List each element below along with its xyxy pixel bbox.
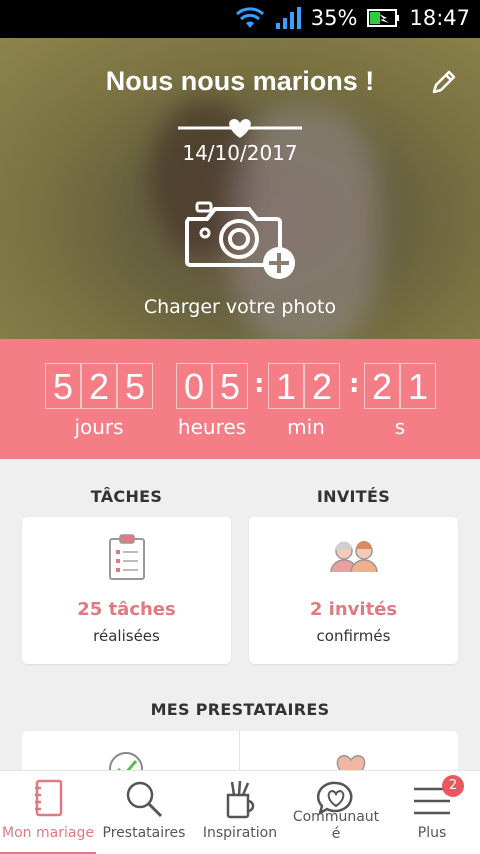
brush-cup-icon (226, 780, 255, 819)
tasks-sub: réalisées (93, 627, 160, 645)
pencil-icon[interactable] (430, 68, 458, 96)
heart-divider-icon (178, 119, 302, 138)
battery-percent: 35% (310, 6, 358, 30)
countdown-digit: 5 (117, 363, 153, 409)
status-bar: 35% 18:47 (0, 0, 480, 38)
nav-item-prestataires[interactable]: Prestataires (96, 771, 192, 854)
countdown-digit: 0 (176, 363, 212, 409)
countdown-separator: : (254, 369, 265, 399)
nav-label: Prestataires (102, 825, 186, 841)
notification-badge: 2 (442, 775, 464, 797)
nav-item-communaute[interactable]: Communaut é (288, 771, 384, 854)
battery-charging-icon (367, 9, 400, 27)
countdown-hours: 0 5 (176, 363, 248, 409)
wedding-date: 14/10/2017 (182, 141, 298, 165)
nav-label: Mon mariage (2, 825, 94, 841)
guests-count: 2 invités (309, 599, 398, 620)
countdown-label-seconds: s (394, 415, 406, 439)
couple-avatars-icon (329, 541, 378, 573)
camera-add-icon[interactable] (183, 201, 297, 281)
nav-label: Plus (417, 825, 447, 841)
bottom-navigation: Mon mariage Prestataires Inspiration Com… (0, 770, 480, 854)
countdown: 5 2 5 0 5 : 1 2 : 2 1 jours heures min s (0, 339, 480, 459)
page-title: Nous nous marions ! (105, 66, 375, 96)
countdown-digit: 5 (45, 363, 81, 409)
nav-item-inspiration[interactable]: Inspiration (192, 771, 288, 854)
wifi-icon (235, 7, 264, 28)
countdown-days: 5 2 5 (45, 363, 153, 409)
hero-banner: Nous nous marions ! 14/10/2017 Charger v… (0, 38, 480, 339)
clipboard-icon (108, 534, 145, 580)
countdown-digit: 5 (212, 363, 248, 409)
nav-item-mon-mariage[interactable]: Mon mariage (0, 771, 96, 854)
nav-label: Communaut é (292, 809, 380, 842)
countdown-digit: 2 (81, 363, 117, 409)
clock: 18:47 (409, 6, 470, 30)
countdown-digit: 1 (268, 363, 304, 409)
upload-photo-label[interactable]: Charger votre photo (0, 296, 480, 318)
tasks-section-title: TÂCHES (90, 487, 163, 506)
nav-label: Inspiration (202, 825, 278, 841)
countdown-seconds: 2 1 (364, 363, 436, 409)
tasks-card[interactable]: 25 tâches réalisées (22, 517, 231, 664)
countdown-digit: 2 (304, 363, 340, 409)
search-icon (126, 781, 163, 818)
countdown-label-days: jours (74, 415, 124, 439)
countdown-label-minutes: min (287, 415, 325, 439)
tasks-count: 25 tâches (77, 599, 176, 620)
guests-card[interactable]: 2 invités confirmés (249, 517, 458, 664)
countdown-label-hours: heures (177, 415, 247, 439)
signal-icon (275, 7, 301, 29)
vendors-section-title: MES PRESTATAIRES (150, 700, 330, 719)
countdown-digit: 2 (364, 363, 400, 409)
notebook-icon (35, 779, 63, 817)
guests-section-title: INVITÉS (316, 487, 391, 506)
countdown-minutes: 1 2 (268, 363, 340, 409)
countdown-digit: 1 (400, 363, 436, 409)
guests-sub: confirmés (316, 627, 391, 645)
countdown-separator: : (349, 369, 360, 399)
nav-item-plus[interactable]: 2 Plus (384, 771, 480, 854)
